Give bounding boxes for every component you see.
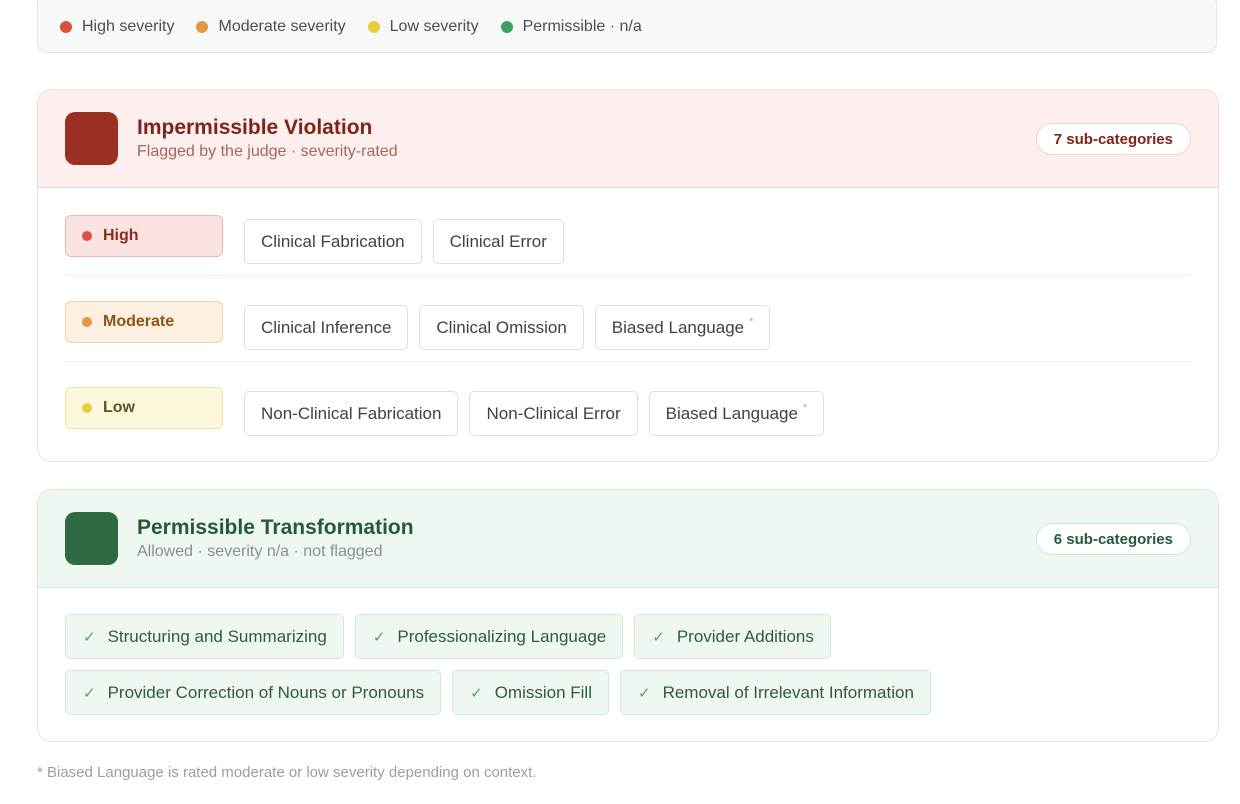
legend-item-moderate: Moderate severity: [196, 17, 346, 36]
legend-item-permissible: Permissible · n/a: [500, 17, 642, 36]
permissible-chip-list: ✓ Structuring and Summarizing ✓ Profession…: [65, 614, 1185, 726]
category-chip[interactable]: Clinical Error: [432, 219, 564, 264]
category-chip[interactable]: Non-Clinical Fabrication: [244, 391, 459, 436]
chip-label: Clinical Error: [449, 231, 547, 251]
permissible-chip[interactable]: ✓ Structuring and Summarizing: [65, 614, 344, 659]
severity-row-low: Low Non-Clinical Fabrication Non-Clinica…: [65, 361, 1191, 447]
chip-label: Removal of Irrelevant Information: [662, 682, 914, 702]
check-icon: ✓: [470, 684, 483, 702]
moderate-dot-icon: [82, 317, 92, 327]
footnote: * Biased Language is rated moderate or l…: [37, 764, 537, 781]
chip-label: Biased Language: [611, 317, 745, 337]
chip-label: Non-Clinical Fabrication: [261, 403, 442, 423]
legend-label: Low severity: [389, 17, 479, 35]
chip-label: Clinical Inference: [261, 317, 392, 337]
chip-label: Structuring and Summarizing: [107, 626, 327, 646]
category-chip[interactable]: Non-Clinical Error: [469, 391, 638, 436]
violation-count-badge: 7 sub-categories: [1035, 123, 1191, 155]
transformation-count-badge: 6 sub-categories: [1035, 523, 1191, 555]
chip-label: Omission Fill: [494, 682, 592, 702]
severity-badge-moderate: Moderate: [65, 301, 223, 343]
permissible-chip[interactable]: ✓ Provider Correction of Nouns or Pronoun…: [65, 670, 442, 715]
low-dot-icon: [367, 20, 380, 33]
chip-label: Provider Additions: [676, 626, 814, 646]
check-icon: ✓: [372, 628, 386, 646]
legend-label: Permissible · n/a: [522, 17, 642, 35]
permissible-transformation-card: Permissible Transformation Allowed · sev…: [37, 489, 1219, 742]
chip-label: Non-Clinical Error: [486, 403, 621, 423]
impermissible-violation-card: Impermissible Violation Flagged by the j…: [37, 89, 1219, 462]
permissible-chip[interactable]: ✓ Professionalizing Language: [354, 614, 624, 659]
moderate-dot-icon: [196, 20, 209, 33]
chip-label: Provider Correction of Nouns or Pronouns: [107, 682, 425, 702]
check-icon: ✓: [83, 684, 96, 702]
severity-row-high: High Clinical Fabrication Clinical Error: [65, 189, 1191, 276]
severity-label: Moderate: [103, 313, 175, 330]
violation-card-header: Impermissible Violation Flagged by the j…: [38, 90, 1218, 188]
severity-legend: High severity Moderate severity Low seve…: [37, 0, 1217, 53]
severity-badge-low: Low: [65, 387, 223, 429]
chip-label: Professionalizing Language: [397, 626, 607, 646]
legend-item-high: High severity: [60, 18, 174, 36]
permissible-chip[interactable]: ✓ Omission Fill: [452, 670, 609, 715]
footnote-asterisk: *: [749, 315, 754, 328]
permissible-dot-icon: [500, 20, 513, 33]
transformation-subtitle: Allowed · severity n/a · not flagged: [137, 542, 383, 560]
category-chip[interactable]: Biased Language *: [594, 305, 771, 350]
legend-item-low: Low severity: [367, 17, 479, 36]
transformation-card-header: Permissible Transformation Allowed · sev…: [38, 490, 1218, 588]
severity-label: Low: [103, 399, 135, 416]
severity-badge-high: High: [65, 215, 223, 257]
legend-label: Moderate severity: [218, 17, 346, 35]
category-chip[interactable]: Biased Language *: [648, 391, 825, 436]
low-dot-icon: [82, 403, 92, 413]
permissible-chip[interactable]: ✓ Removal of Irrelevant Information: [620, 670, 931, 715]
transformation-color-swatch: [65, 512, 118, 565]
permissible-chip[interactable]: ✓ Provider Additions: [634, 614, 831, 659]
category-chip[interactable]: Clinical Inference: [244, 305, 409, 350]
category-chip[interactable]: Clinical Omission: [419, 305, 584, 350]
footnote-asterisk: *: [802, 401, 808, 414]
chip-label: Clinical Omission: [436, 317, 567, 337]
check-icon: ✓: [638, 684, 651, 702]
legend-label: High severity: [82, 17, 175, 35]
violation-subtitle: Flagged by the judge · severity-rated: [137, 142, 398, 160]
check-icon: ✓: [652, 628, 665, 646]
high-dot-icon: [82, 231, 92, 241]
transformation-title: Permissible Transformation: [137, 515, 414, 539]
category-chip[interactable]: Clinical Fabrication: [244, 219, 422, 264]
severity-row-moderate: Moderate Clinical Inference Clinical Omi…: [65, 275, 1191, 362]
chip-label: Clinical Fabrication: [261, 231, 405, 251]
violation-color-swatch: [65, 112, 118, 165]
violation-title: Impermissible Violation: [137, 115, 373, 139]
check-icon: ✓: [83, 628, 96, 646]
severity-label: High: [103, 227, 139, 244]
high-dot-icon: [60, 20, 72, 33]
chip-label: Biased Language: [665, 403, 798, 423]
